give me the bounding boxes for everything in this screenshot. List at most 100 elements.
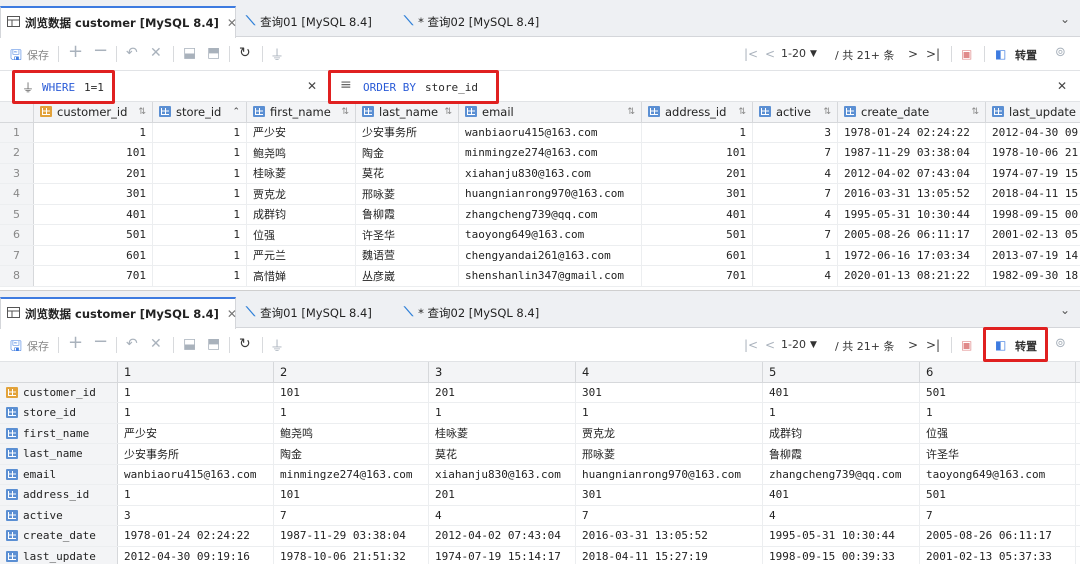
column-header[interactable]: email⇅ — [459, 102, 642, 122]
table-cell[interactable]: 401 — [642, 205, 753, 225]
next-page-icon[interactable]: > — [908, 338, 918, 352]
prev-page-icon[interactable]: < — [765, 338, 775, 352]
tab-browse-customer[interactable]: 浏览数据 customer [MySQL 8.4] ✕ — [0, 297, 236, 329]
table-cell[interactable]: huangnianrong970@163.com — [576, 465, 763, 485]
table-cell[interactable]: 鲁柳霞 — [356, 205, 459, 225]
table-cell[interactable]: 2005-08-26 06:11:17 — [838, 225, 986, 245]
tab-query02[interactable]: ⟍ * 查询02 [MySQL 8.4] — [398, 297, 558, 328]
settings-icon[interactable]: ⊚ — [1055, 336, 1066, 351]
stop-icon[interactable]: ▣ — [961, 47, 972, 61]
table-cell[interactable]: 101 — [642, 143, 753, 163]
table-cell[interactable]: 301 — [576, 383, 763, 403]
table-cell[interactable]: 1972-06-16 17:03:34 — [838, 246, 986, 266]
save-icon[interactable]: 🖫 — [10, 336, 22, 360]
table-cell[interactable]: 2012-04-30 09 — [986, 123, 1080, 143]
table-cell[interactable]: 莫花 — [429, 444, 576, 464]
table-cell[interactable]: 1 — [153, 143, 247, 163]
export-icon[interactable]: ⬒ — [207, 336, 220, 352]
record-header[interactable]: 6 — [920, 362, 1076, 382]
table-cell[interactable]: 1 — [1076, 526, 1080, 546]
remove-row-icon[interactable]: − — [93, 331, 108, 352]
table-cell[interactable]: 严少安 — [247, 123, 356, 143]
table-cell[interactable]: 鲍尧鸣 — [247, 143, 356, 163]
table-cell[interactable]: 7 — [753, 225, 838, 245]
table-cell[interactable]: 鲍尧鸣 — [274, 424, 429, 444]
table-cell[interactable]: 701 — [34, 266, 153, 286]
row-number[interactable]: 7 — [0, 246, 34, 266]
tab-browse-customer[interactable]: 浏览数据 customer [MySQL 8.4] ✕ — [0, 6, 236, 38]
table-cell[interactable]: 1 — [274, 403, 429, 423]
table-cell[interactable]: wanbiaoru415@163.com — [118, 465, 274, 485]
table-cell[interactable]: 601 — [642, 246, 753, 266]
first-page-icon[interactable]: |< — [744, 338, 758, 352]
table-row[interactable]: 32011桂咏菱莫花xiahanju830@163.com20142012-04… — [0, 164, 1080, 185]
table-cell[interactable]: 位强 — [247, 225, 356, 245]
close-icon[interactable]: ✕ — [307, 79, 317, 93]
table-cell[interactable]: 2012-04-02 07:43:04 — [838, 164, 986, 184]
table-cell[interactable]: 1 — [34, 123, 153, 143]
pagination-range[interactable]: 1-20 — [781, 47, 806, 60]
table-cell[interactable]: 1 — [118, 403, 274, 423]
table-cell[interactable]: 1978-01-24 02:24:22 — [838, 123, 986, 143]
table-cell[interactable]: 7 — [920, 506, 1076, 526]
record-header[interactable]: 5 — [763, 362, 920, 382]
table-row[interactable]: 76011严元兰魏语萱chengyandai261@163.com6011197… — [0, 246, 1080, 267]
table-cell[interactable]: 邢咏菱 — [576, 444, 763, 464]
record-header[interactable]: 4 — [576, 362, 763, 382]
table-cell[interactable]: 成群钧 — [763, 424, 920, 444]
table-cell[interactable]: 401 — [763, 485, 920, 505]
row-number[interactable]: 1 — [0, 123, 34, 143]
table-cell[interactable]: 2 — [1076, 547, 1080, 564]
close-icon[interactable]: ✕ — [227, 16, 237, 30]
row-number[interactable]: 8 — [0, 266, 34, 286]
table-cell[interactable]: 许圣华 — [356, 225, 459, 245]
chevron-down-icon[interactable]: ⌄ — [1060, 12, 1070, 26]
table-cell[interactable]: taoyong649@163.com — [459, 225, 642, 245]
last-page-icon[interactable]: >| — [926, 47, 940, 61]
column-header[interactable]: last_update — [986, 102, 1080, 122]
table-row[interactable]: 65011位强许圣华taoyong649@163.com50172005-08-… — [0, 225, 1080, 246]
table-cell[interactable]: 1 — [763, 403, 920, 423]
table-cell[interactable]: 101 — [274, 485, 429, 505]
table-cell[interactable]: 501 — [920, 383, 1076, 403]
table-cell[interactable]: 1 — [429, 403, 576, 423]
remove-row-icon[interactable]: − — [93, 40, 108, 61]
filter-icon[interactable]: ⏚ — [270, 336, 284, 356]
table-cell[interactable]: 7 — [576, 506, 763, 526]
import-icon[interactable]: ⬓ — [183, 336, 196, 352]
table-cell[interactable]: xiahanju830@163.com — [459, 164, 642, 184]
table-cell[interactable]: 101 — [34, 143, 153, 163]
table-cell[interactable]: 1 — [1076, 506, 1080, 526]
table-cell[interactable]: 2012-04-02 07:43:04 — [429, 526, 576, 546]
table-cell[interactable]: shenshanlin347@gmail.com — [459, 266, 642, 286]
table-cell[interactable]: 4 — [753, 205, 838, 225]
record-header[interactable]: 1 — [118, 362, 274, 382]
sort-icon[interactable]: ⇅ — [823, 107, 831, 117]
table-cell[interactable]: 丛彦崴 — [356, 266, 459, 286]
column-header[interactable]: store_id⌃ — [153, 102, 247, 122]
discard-icon[interactable]: ✕ — [150, 45, 162, 61]
table-cell[interactable]: 少安事务所 — [356, 123, 459, 143]
import-icon[interactable]: ⬓ — [183, 45, 196, 61]
field-row[interactable]: create_date1978-01-24 02:24:221987-11-29… — [0, 526, 1080, 547]
column-header[interactable]: active⇅ — [753, 102, 838, 122]
add-row-icon[interactable]: + — [68, 332, 83, 353]
table-cell[interactable]: minmingze274@163.com — [459, 143, 642, 163]
last-page-icon[interactable]: >| — [926, 338, 940, 352]
table-cell[interactable]: 莫花 — [356, 164, 459, 184]
table-cell[interactable]: 7 — [274, 506, 429, 526]
table-cell[interactable]: 101 — [274, 383, 429, 403]
table-cell[interactable]: 2016-03-31 13:05:52 — [576, 526, 763, 546]
table-cell[interactable]: 1978-10-06 21 — [986, 143, 1080, 163]
table-cell[interactable]: 501 — [34, 225, 153, 245]
table-cell[interactable]: 魏语萱 — [356, 246, 459, 266]
column-header[interactable]: customer_id⇅ — [34, 102, 153, 122]
export-icon[interactable]: ⬒ — [207, 45, 220, 61]
field-row[interactable]: customer_id11012013014015016 — [0, 383, 1080, 404]
table-cell[interactable]: 1998-09-15 00 — [986, 205, 1080, 225]
column-header[interactable]: last_name⇅ — [356, 102, 459, 122]
column-header[interactable]: create_date⇅ — [838, 102, 986, 122]
table-cell[interactable]: 201 — [429, 383, 576, 403]
sort-icon[interactable]: ⇅ — [627, 107, 635, 117]
row-number[interactable]: 2 — [0, 143, 34, 163]
